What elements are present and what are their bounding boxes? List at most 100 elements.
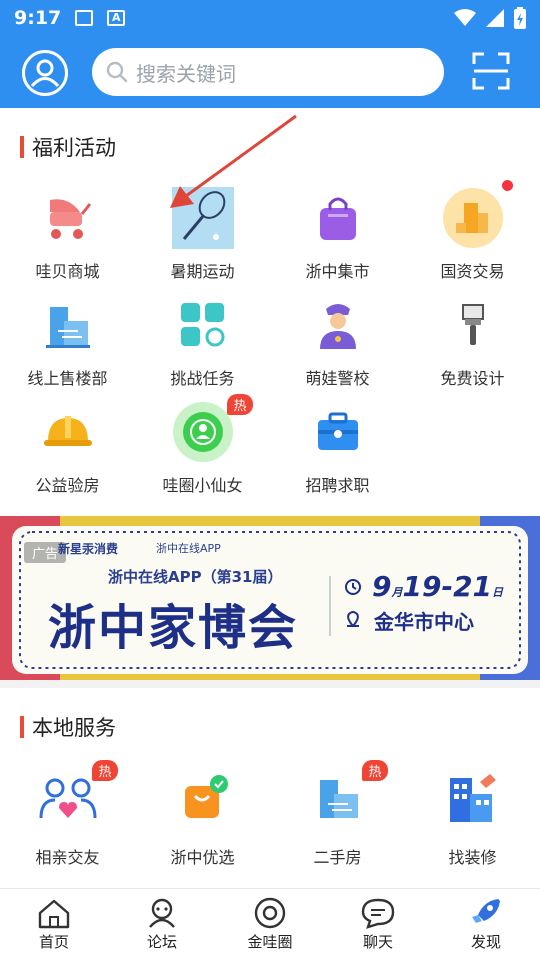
welfare-item-fairy[interactable]: 热 哇圈小仙女 — [135, 394, 270, 507]
banner-subtitle: 浙中在线APP（第31届） — [108, 568, 283, 586]
forum-icon — [149, 898, 175, 928]
local-item-label: 二手房 — [313, 848, 362, 867]
battery-icon — [514, 7, 526, 29]
tab-label: 首页 — [38, 933, 69, 951]
welfare-item-summer-sports[interactable]: 暑期运动 — [135, 186, 270, 293]
tab-home[interactable]: 首页 — [0, 889, 108, 960]
status-bar: 9:17 A — [0, 0, 540, 36]
people-heart-icon: 热 — [36, 760, 118, 830]
welfare-section-title: 福利活动 — [32, 136, 116, 160]
banner-sponsor-1: 新星汞消费 — [58, 542, 119, 556]
user-avatar-button[interactable] — [22, 50, 68, 96]
banner-title: 浙中家博会 — [48, 600, 299, 656]
welfare-item-label: 线上售楼部 — [27, 369, 108, 388]
tab-label: 聊天 — [362, 933, 393, 951]
welfare-item-label: 哇贝商城 — [35, 262, 100, 281]
local-services-grid: 热 相亲交友 浙中优选 热 二手房 找装修 — [0, 760, 540, 884]
section-accent-bar — [20, 136, 24, 158]
hard-hat-icon — [36, 400, 100, 464]
welfare-section: 福利活动 哇贝商城 暑期运动 浙中集市 国资交易 线上售楼部 挑战任务 萌娃警校… — [0, 108, 540, 516]
local-item-label: 相亲交友 — [35, 848, 100, 867]
welfare-item-house-inspection[interactable]: 公益验房 — [0, 400, 135, 507]
scan-icon[interactable] — [472, 52, 510, 90]
expo-banner-ad[interactable]: 广告 新星汞消费 浙中在线APP 浙中在线APP（第31届） 浙中家博会 9月1… — [0, 516, 540, 680]
notification-dot — [501, 180, 513, 191]
badminton-icon — [171, 186, 235, 250]
welfare-item-label: 萌娃警校 — [305, 369, 370, 388]
search-input[interactable]: 搜索关键词 — [92, 48, 444, 96]
welfare-item-wabei-mall[interactable]: 哇贝商城 — [0, 186, 135, 293]
welfare-item-state-asset-trade[interactable]: 国资交易 — [405, 180, 540, 293]
main-content: 福利活动 哇贝商城 暑期运动 浙中集市 国资交易 线上售楼部 挑战任务 萌娃警校… — [0, 108, 540, 892]
local-item-secondhand-house[interactable]: 热 二手房 — [270, 760, 405, 884]
local-item-find-decoration[interactable]: 找装修 — [405, 766, 540, 884]
search-placeholder: 搜索关键词 — [136, 61, 236, 86]
welfare-section-header: 福利活动 — [0, 108, 540, 186]
welfare-grid: 哇贝商城 暑期运动 浙中集市 国资交易 线上售楼部 挑战任务 萌娃警校 免费设计… — [0, 180, 540, 507]
local-item-label: 浙中优选 — [170, 848, 235, 867]
local-section-title: 本地服务 — [32, 716, 116, 740]
hot-badge: 热 — [362, 760, 388, 781]
welfare-item-challenge-tasks[interactable]: 挑战任务 — [135, 293, 270, 400]
welfare-item-label: 暑期运动 — [170, 262, 235, 281]
tab-forum[interactable]: 论坛 — [108, 889, 216, 960]
tiles-icon — [171, 293, 235, 357]
orange-bag-icon — [171, 766, 235, 830]
signal-icon — [486, 9, 504, 27]
tab-discover[interactable]: 发现 — [432, 889, 540, 960]
section-accent-bar — [20, 716, 24, 738]
building-coin-icon — [441, 180, 513, 250]
welfare-item-online-sales[interactable]: 线上售楼部 — [0, 293, 135, 400]
user-icon — [30, 59, 60, 88]
welfare-item-label: 挑战任务 — [170, 369, 235, 388]
welfare-item-label: 招聘求职 — [305, 476, 370, 495]
briefcase-icon — [306, 400, 370, 464]
top-header: 搜索关键词 — [0, 36, 540, 108]
local-item-label: 找装修 — [448, 848, 497, 867]
tab-label: 论坛 — [146, 933, 177, 951]
local-item-dating[interactable]: 热 相亲交友 — [0, 760, 135, 884]
banner-date-days: 19-21 — [402, 570, 493, 603]
local-section-header: 本地服务 — [0, 688, 540, 766]
tab-label: 发现 — [470, 933, 501, 951]
chat-icon — [361, 898, 395, 929]
baby-stroller-icon — [36, 186, 100, 250]
shopping-bag-icon — [306, 186, 370, 250]
banner-date-month-unit: 月 — [391, 586, 403, 599]
welfare-item-label: 公益验房 — [35, 476, 100, 495]
hot-badge: 热 — [92, 760, 118, 781]
welfare-item-label: 哇圈小仙女 — [162, 476, 243, 495]
rocket-icon — [472, 899, 500, 923]
home-icon — [38, 899, 70, 929]
welfare-item-zhezhong-market[interactable]: 浙中集市 — [270, 186, 405, 293]
image-notification-icon — [75, 10, 94, 26]
police-icon — [306, 293, 370, 357]
welfare-item-label: 国资交易 — [440, 262, 505, 281]
local-services-section: 本地服务 热 相亲交友 浙中优选 热 二手房 找装修 — [0, 688, 540, 892]
decoration-building-icon — [441, 766, 505, 830]
tab-jinwaquan[interactable]: 金哇圈 — [216, 889, 324, 960]
banner-sponsor-2: 浙中在线APP — [156, 542, 221, 555]
app-notification-icon: A — [107, 10, 126, 26]
target-person-icon: 热 — [171, 394, 253, 464]
hot-badge: 热 — [227, 394, 253, 415]
tab-label: 金哇圈 — [247, 933, 293, 951]
clock-icon — [345, 579, 361, 595]
banner-date-day-unit: 日 — [492, 586, 504, 599]
welfare-item-label: 免费设计 — [440, 369, 505, 388]
welfare-item-label: 浙中集市 — [305, 262, 370, 281]
sales-building-icon — [36, 293, 100, 357]
wifi-icon — [454, 9, 476, 26]
tab-chat[interactable]: 聊天 — [324, 889, 432, 960]
paint-brush-icon — [441, 293, 505, 357]
banner-venue: 金华市中心 — [374, 610, 474, 634]
welfare-item-police-school[interactable]: 萌娃警校 — [270, 293, 405, 400]
welfare-item-recruitment[interactable]: 招聘求职 — [270, 400, 405, 507]
search-icon — [106, 61, 128, 83]
welfare-item-free-design[interactable]: 免费设计 — [405, 293, 540, 400]
circle-icon — [254, 897, 286, 929]
local-item-zhezhong-select[interactable]: 浙中优选 — [135, 766, 270, 884]
banner-date: 9月19-21日 — [372, 570, 503, 603]
secondhand-house-icon: 热 — [306, 760, 388, 830]
banner-date-month: 9 — [372, 570, 392, 603]
